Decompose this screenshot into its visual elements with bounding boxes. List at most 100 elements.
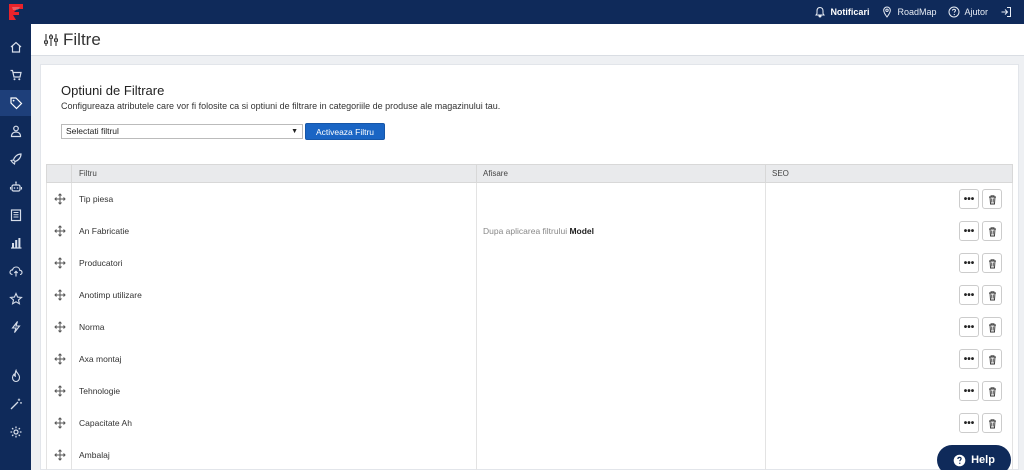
filter-name: Tehnologie <box>79 386 121 396</box>
delete-button[interactable] <box>982 285 1002 305</box>
row-actions: ••• <box>959 413 1002 433</box>
question-circle-icon <box>953 454 966 466</box>
filter-name: Producatori <box>79 258 123 268</box>
trash-icon <box>987 258 998 269</box>
delete-button[interactable] <box>982 381 1002 401</box>
trash-icon <box>987 386 998 397</box>
drag-handle-icon[interactable] <box>54 321 66 333</box>
tag-icon[interactable] <box>0 90 31 116</box>
trash-icon <box>987 322 998 333</box>
cloud-upload-icon[interactable] <box>7 262 24 279</box>
delete-button[interactable] <box>982 413 1002 433</box>
filter-name: Axa montaj <box>79 354 122 364</box>
trash-icon <box>987 290 998 301</box>
table-row: Anotimp utilizare ••• <box>46 279 1013 311</box>
table-row: Norma ••• <box>46 311 1013 343</box>
filter-select-value: Selectati filtrul <box>66 126 119 136</box>
trash-icon <box>987 194 998 205</box>
row-actions: ••• <box>959 317 1002 337</box>
map-pin-icon <box>883 6 892 18</box>
top-bar: Notificari RoadMap Ajutor <box>0 0 1024 24</box>
more-options-button[interactable]: ••• <box>959 349 979 369</box>
table-header: Filtru Afisare SEO <box>46 164 1013 183</box>
sidebar <box>0 24 31 470</box>
help-link-label: Ajutor <box>964 7 988 17</box>
rocket-icon[interactable] <box>7 150 24 167</box>
notifications-link[interactable]: Notificari <box>814 6 869 18</box>
row-actions: ••• <box>959 381 1002 401</box>
table-body: Tip piesa ••• An Fabricatie Dupa aplicarea … <box>46 183 1013 470</box>
drag-handle-icon[interactable] <box>54 449 66 461</box>
filter-options-card: Optiuni de Filtrare Configureaza atribut… <box>40 64 1019 470</box>
delete-button[interactable] <box>982 189 1002 209</box>
table-row: Producatori ••• <box>46 247 1013 279</box>
robot-icon[interactable] <box>7 178 24 195</box>
notifications-label: Notificari <box>830 7 870 17</box>
filter-name: An Fabricatie <box>79 226 130 236</box>
trash-icon <box>987 226 998 237</box>
roadmap-label: RoadMap <box>897 7 937 17</box>
table-row: An Fabricatie Dupa aplicarea filtrului Mo… <box>46 215 1013 247</box>
table-row: Ambalaj <box>46 439 1013 470</box>
logout-button[interactable] <box>1000 6 1012 18</box>
delete-button[interactable] <box>982 221 1002 241</box>
more-options-button[interactable]: ••• <box>959 253 979 273</box>
more-options-button[interactable]: ••• <box>959 381 979 401</box>
cart-icon[interactable] <box>7 66 24 83</box>
book-icon[interactable] <box>7 206 24 223</box>
table-row: Capacitate Ah ••• <box>46 407 1013 439</box>
page-header: Filtre <box>31 24 1024 56</box>
drag-handle-icon[interactable] <box>54 385 66 397</box>
filter-select[interactable]: Selectati filtrul ▼ <box>61 124 303 139</box>
roadmap-link[interactable]: RoadMap <box>881 6 936 18</box>
drag-handle-icon[interactable] <box>54 193 66 205</box>
table-row: Tip piesa ••• <box>46 183 1013 215</box>
display-condition-text: Dupa aplicarea filtrului <box>483 226 570 236</box>
activate-filter-button[interactable]: Activeaza Filtru <box>305 123 385 140</box>
column-header-filtru: Filtru <box>79 169 97 178</box>
table-row: Tehnologie ••• <box>46 375 1013 407</box>
drag-handle-icon[interactable] <box>54 225 66 237</box>
display-condition: Dupa aplicarea filtrului Model <box>483 226 594 236</box>
sliders-icon <box>44 33 58 46</box>
filter-name: Capacitate Ah <box>79 418 132 428</box>
logo-icon <box>8 4 23 20</box>
fire-icon[interactable] <box>7 367 24 384</box>
more-options-button[interactable]: ••• <box>959 285 979 305</box>
help-link[interactable]: Ajutor <box>948 6 988 18</box>
column-header-afisare: Afisare <box>483 169 508 178</box>
more-options-button[interactable]: ••• <box>959 317 979 337</box>
question-circle-icon <box>948 6 960 18</box>
filter-name: Norma <box>79 322 105 332</box>
column-header-seo: SEO <box>772 169 789 178</box>
home-icon[interactable] <box>7 38 24 55</box>
row-actions: ••• <box>959 349 1002 369</box>
trash-icon <box>987 418 998 429</box>
display-condition-filter: Model <box>569 226 595 236</box>
logout-icon <box>1001 7 1011 17</box>
gear-icon[interactable] <box>7 423 24 440</box>
help-button[interactable]: Help <box>937 445 1011 470</box>
drag-handle-icon[interactable] <box>54 257 66 269</box>
users-icon[interactable] <box>7 122 24 139</box>
delete-button[interactable] <box>982 253 1002 273</box>
drag-handle-icon[interactable] <box>54 353 66 365</box>
magic-wand-icon[interactable] <box>7 395 24 412</box>
delete-button[interactable] <box>982 317 1002 337</box>
chart-icon[interactable] <box>7 234 24 251</box>
drag-handle-icon[interactable] <box>54 417 66 429</box>
row-actions: ••• <box>959 221 1002 241</box>
help-button-label: Help <box>971 454 995 466</box>
filter-name: Anotimp utilizare <box>79 290 142 300</box>
bolt-icon[interactable] <box>7 318 24 335</box>
row-actions: ••• <box>959 189 1002 209</box>
logo[interactable] <box>0 0 31 24</box>
star-icon[interactable] <box>7 290 24 307</box>
more-options-button[interactable]: ••• <box>959 189 979 209</box>
more-options-button[interactable]: ••• <box>959 413 979 433</box>
drag-handle-icon[interactable] <box>54 289 66 301</box>
card-title: Optiuni de Filtrare <box>61 83 165 98</box>
delete-button[interactable] <box>982 349 1002 369</box>
more-options-button[interactable]: ••• <box>959 221 979 241</box>
filter-name: Tip piesa <box>79 194 114 204</box>
